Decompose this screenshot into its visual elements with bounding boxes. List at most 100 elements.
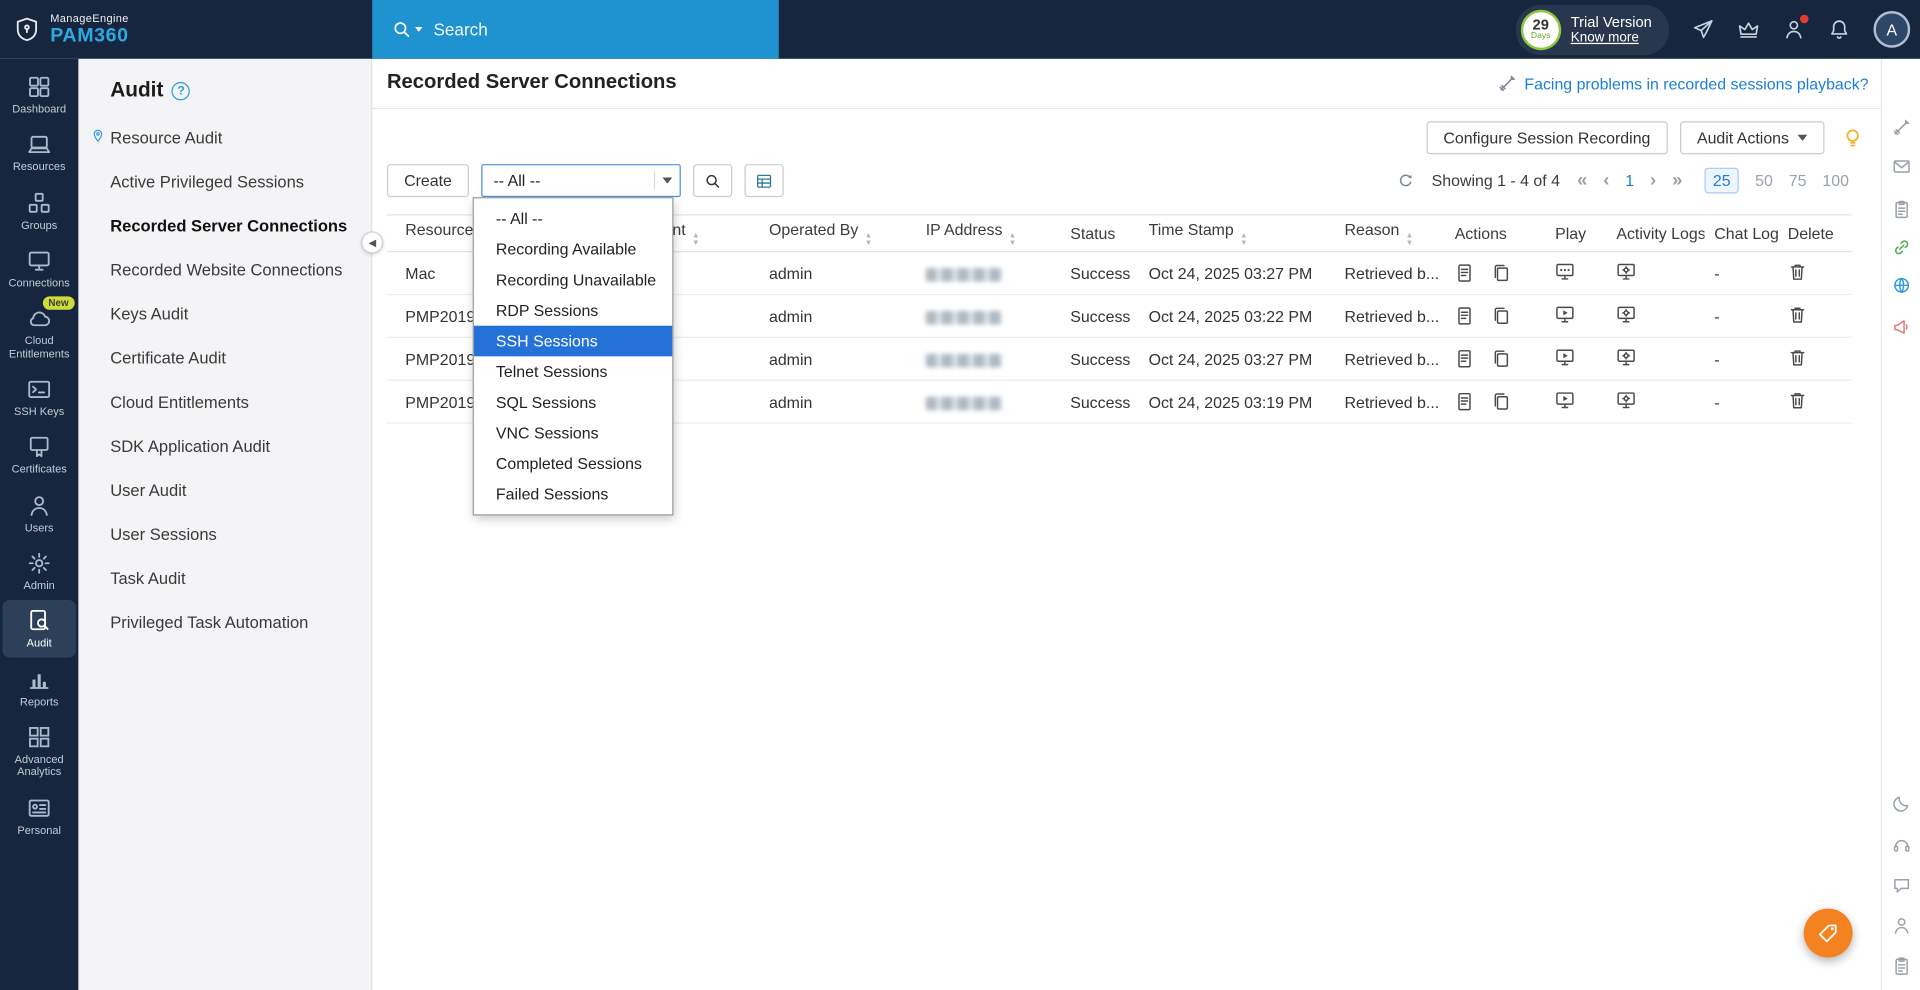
col-reason[interactable]: Reason▲▼: [1335, 215, 1445, 252]
sidebar-item-sdk-application-audit[interactable]: SDK Application Audit: [78, 424, 371, 468]
option-telnet-sessions[interactable]: Telnet Sessions: [474, 356, 672, 387]
option-rdp-sessions[interactable]: RDP Sessions: [474, 295, 672, 326]
option-sql-sessions[interactable]: SQL Sessions: [474, 387, 672, 418]
feedback-chat-icon[interactable]: [1892, 876, 1912, 896]
sidebar-item-task-audit[interactable]: Task Audit: [78, 556, 371, 600]
announcement-icon[interactable]: [1892, 317, 1912, 337]
page-size-100[interactable]: 100: [1822, 171, 1849, 189]
session-details-icon[interactable]: [1455, 392, 1475, 412]
col-operated-by[interactable]: Operated By▲▼: [759, 215, 916, 252]
mail-icon[interactable]: [1892, 157, 1912, 177]
rail-item-audit[interactable]: Audit: [2, 601, 75, 658]
sidebar-item-user-sessions[interactable]: User Sessions: [78, 512, 371, 556]
trash-icon[interactable]: [1788, 347, 1808, 367]
notifications-bell-icon[interactable]: [1828, 18, 1850, 40]
page-size-25[interactable]: 25: [1704, 168, 1739, 194]
license-crown-icon[interactable]: [1738, 18, 1760, 40]
refresh-icon[interactable]: [1397, 172, 1414, 189]
global-search-input[interactable]: Search: [372, 0, 779, 59]
rail-item-connections[interactable]: Connections: [2, 240, 75, 297]
rail-item-dashboard[interactable]: Dashboard: [2, 66, 75, 123]
sidebar-collapse-button[interactable]: ◀: [361, 231, 383, 253]
page-size-75[interactable]: 75: [1789, 171, 1807, 189]
sidebar-item-certificate-audit[interactable]: Certificate Audit: [78, 336, 371, 380]
tools-icon[interactable]: [1892, 118, 1912, 138]
rail-item-certificates[interactable]: Certificates: [2, 427, 75, 484]
sidebar-item-privileged-task-automation[interactable]: Privileged Task Automation: [78, 600, 371, 644]
support-headset-icon[interactable]: [1892, 835, 1912, 855]
last-page-button[interactable]: »: [1672, 171, 1682, 189]
tasks-icon[interactable]: [1892, 956, 1912, 976]
session-details-icon[interactable]: [1455, 349, 1475, 369]
option-all[interactable]: -- All --: [474, 203, 672, 234]
session-filter-select[interactable]: -- All --: [481, 164, 681, 197]
page-size-50[interactable]: 50: [1755, 171, 1773, 189]
user-alerts-icon[interactable]: [1783, 18, 1805, 40]
prev-page-button[interactable]: ‹: [1603, 171, 1609, 189]
option-vnc-sessions[interactable]: VNC Sessions: [474, 418, 672, 449]
play-session-icon[interactable]: [1555, 347, 1575, 367]
rail-item-ssh-keys[interactable]: SSH Keys: [2, 369, 75, 426]
configure-session-recording-button[interactable]: Configure Session Recording: [1426, 121, 1667, 154]
sidebar-item-user-audit[interactable]: User Audit: [78, 468, 371, 512]
rail-item-groups[interactable]: Groups: [2, 182, 75, 239]
option-recording-available[interactable]: Recording Available: [474, 234, 672, 265]
offers-fab-button[interactable]: [1804, 909, 1853, 958]
col-ip-address[interactable]: IP Address▲▼: [916, 215, 1060, 252]
profile-icon[interactable]: [1892, 916, 1912, 936]
col-time-stamp[interactable]: Time Stamp▲▼: [1139, 215, 1335, 252]
whats-new-icon[interactable]: [1692, 18, 1714, 40]
option-recording-unavailable[interactable]: Recording Unavailable: [474, 264, 672, 295]
trash-icon[interactable]: [1788, 390, 1808, 410]
rail-item-personal[interactable]: Personal: [2, 787, 75, 844]
copy-session-icon[interactable]: [1491, 349, 1511, 369]
activity-log-icon[interactable]: [1616, 304, 1636, 324]
rail-item-advanced-analytics[interactable]: Advanced Analytics: [2, 716, 75, 785]
session-details-icon[interactable]: [1455, 306, 1475, 326]
play-session-icon[interactable]: [1555, 304, 1575, 324]
first-page-button[interactable]: «: [1577, 171, 1587, 189]
option-failed-sessions[interactable]: Failed Sessions: [474, 479, 672, 510]
trial-version-pill[interactable]: 29 Days Trial Version Know more: [1516, 4, 1669, 54]
copy-session-icon[interactable]: [1491, 306, 1511, 326]
sidebar-item-active-privileged-sessions[interactable]: Active Privileged Sessions: [78, 159, 371, 203]
search-button[interactable]: [693, 164, 732, 197]
sidebar-item-recorded-website-connections[interactable]: Recorded Website Connections: [78, 247, 371, 291]
activity-log-icon[interactable]: [1616, 347, 1636, 367]
current-page[interactable]: 1: [1625, 171, 1634, 189]
dark-mode-moon-icon[interactable]: [1892, 793, 1912, 813]
sidebar-item-resource-audit[interactable]: Resource Audit: [78, 115, 371, 159]
rail-item-resources[interactable]: Resources: [2, 124, 75, 181]
playback-help-link[interactable]: Facing problems in recorded sessions pla…: [1497, 73, 1868, 93]
play-session-icon[interactable]: [1555, 390, 1575, 410]
rail-item-cloud-entitlements[interactable]: NewCloud Entitlements: [2, 298, 75, 367]
sidebar-item-cloud-entitlements[interactable]: Cloud Entitlements: [78, 380, 371, 424]
globe-icon[interactable]: [1892, 276, 1912, 296]
option-ssh-sessions[interactable]: SSH Sessions: [474, 326, 672, 357]
trash-icon[interactable]: [1788, 261, 1808, 281]
clipboard-icon[interactable]: [1892, 200, 1912, 220]
audit-actions-button[interactable]: Audit Actions: [1680, 121, 1825, 154]
sidebar-item-recorded-server-connections[interactable]: Recorded Server Connections: [78, 203, 371, 247]
next-page-button[interactable]: ›: [1650, 171, 1656, 189]
copy-session-icon[interactable]: [1491, 263, 1511, 283]
rail-item-reports[interactable]: Reports: [2, 659, 75, 716]
sidebar-item-keys-audit[interactable]: Keys Audit: [78, 291, 371, 335]
know-more-link[interactable]: Know more: [1571, 30, 1652, 46]
option-completed-sessions[interactable]: Completed Sessions: [474, 448, 672, 479]
activity-log-icon[interactable]: [1616, 390, 1636, 410]
help-icon[interactable]: ?: [172, 81, 190, 99]
column-chooser-button[interactable]: [745, 164, 784, 197]
play-session-icon[interactable]: [1555, 261, 1575, 281]
link-icon[interactable]: [1892, 238, 1912, 258]
lightbulb-icon[interactable]: [1842, 127, 1864, 149]
trash-icon[interactable]: [1788, 304, 1808, 324]
copy-session-icon[interactable]: [1491, 392, 1511, 412]
rail-item-users[interactable]: Users: [2, 485, 75, 542]
create-button[interactable]: Create: [387, 164, 469, 197]
session-details-icon[interactable]: [1455, 263, 1475, 283]
col-status[interactable]: Status: [1060, 215, 1138, 252]
activity-log-icon[interactable]: [1616, 261, 1636, 281]
rail-item-admin[interactable]: Admin: [2, 543, 75, 600]
avatar[interactable]: A: [1873, 11, 1910, 48]
